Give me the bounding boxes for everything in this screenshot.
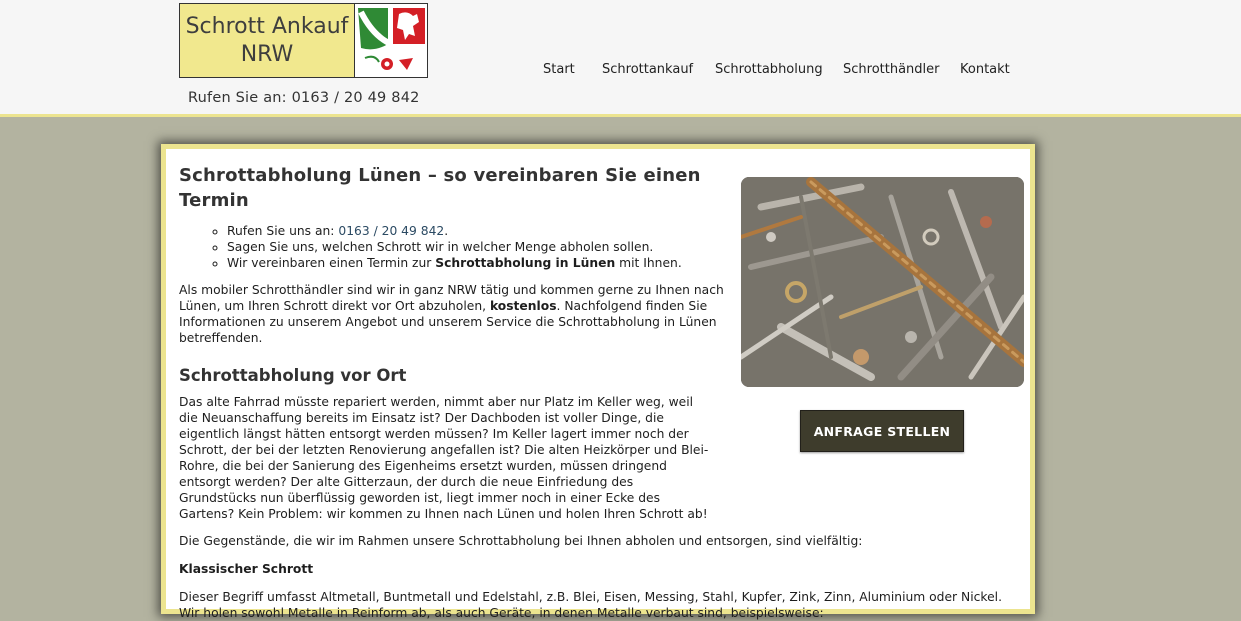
list-item: Wir vereinbaren einen Termin zur Schrott…: [227, 255, 1024, 271]
nav-item-kontakt[interactable]: Kontakt: [960, 62, 1010, 77]
nav-item-start[interactable]: Start: [543, 62, 575, 77]
nav-item-schrottabholung[interactable]: Schrottabholung: [715, 62, 823, 77]
nav-item-schrotthaendler[interactable]: Schrotthändler: [843, 62, 940, 77]
site-header: Schrott Ankauf NRW Rufen Sie an: 0163 / …: [0, 0, 1241, 117]
classic-paragraph: Dieser Begriff umfasst Altmetall, Buntme…: [179, 590, 1002, 620]
main-navigation: Start Schrottankauf Schrottabholung Schr…: [0, 62, 1241, 82]
page-title: Schrottabholung Lünen – so vereinbaren S…: [179, 165, 701, 211]
step-3-prefix: Wir vereinbaren einen Termin zur: [227, 256, 436, 270]
step-1-suffix: .: [444, 224, 449, 238]
step-3-suffix: mit Ihnen.: [615, 256, 682, 270]
intro-bold: kostenlos: [489, 299, 557, 313]
subheading-classic: Klassischer Schrott: [179, 562, 314, 576]
step-1-prefix: Rufen Sie uns an:: [227, 224, 339, 238]
list-item: Sagen Sie uns, welchen Schrott wir in we…: [227, 239, 1024, 255]
list-item: Rufen Sie uns an: 0163 / 20 49 842.: [227, 223, 1024, 239]
nav-item-schrottankauf[interactable]: Schrottankauf: [602, 62, 693, 77]
header-phone: Rufen Sie an: 0163 / 20 49 842: [188, 90, 420, 106]
step-3-bold: Schrottabholung in Lünen: [435, 256, 616, 270]
phone-link[interactable]: 0163 / 20 49 842: [338, 224, 444, 238]
main-content: ANFRAGE STELLEN Schrottabholung Lünen – …: [161, 144, 1035, 620]
logo-line-1: Schrott Ankauf: [185, 13, 349, 39]
steps-list: Rufen Sie uns an: 0163 / 20 49 842. Sage…: [179, 223, 1024, 271]
section-title: Schrottabholung vor Ort: [179, 366, 407, 385]
article: Schrottabholung Lünen – so vereinbaren S…: [179, 163, 1024, 621]
items-paragraph: Die Gegenstände, die wir im Rahmen unser…: [179, 534, 863, 548]
intro-paragraph: Als mobiler Schrotthändler sind wir in g…: [179, 282, 724, 346]
